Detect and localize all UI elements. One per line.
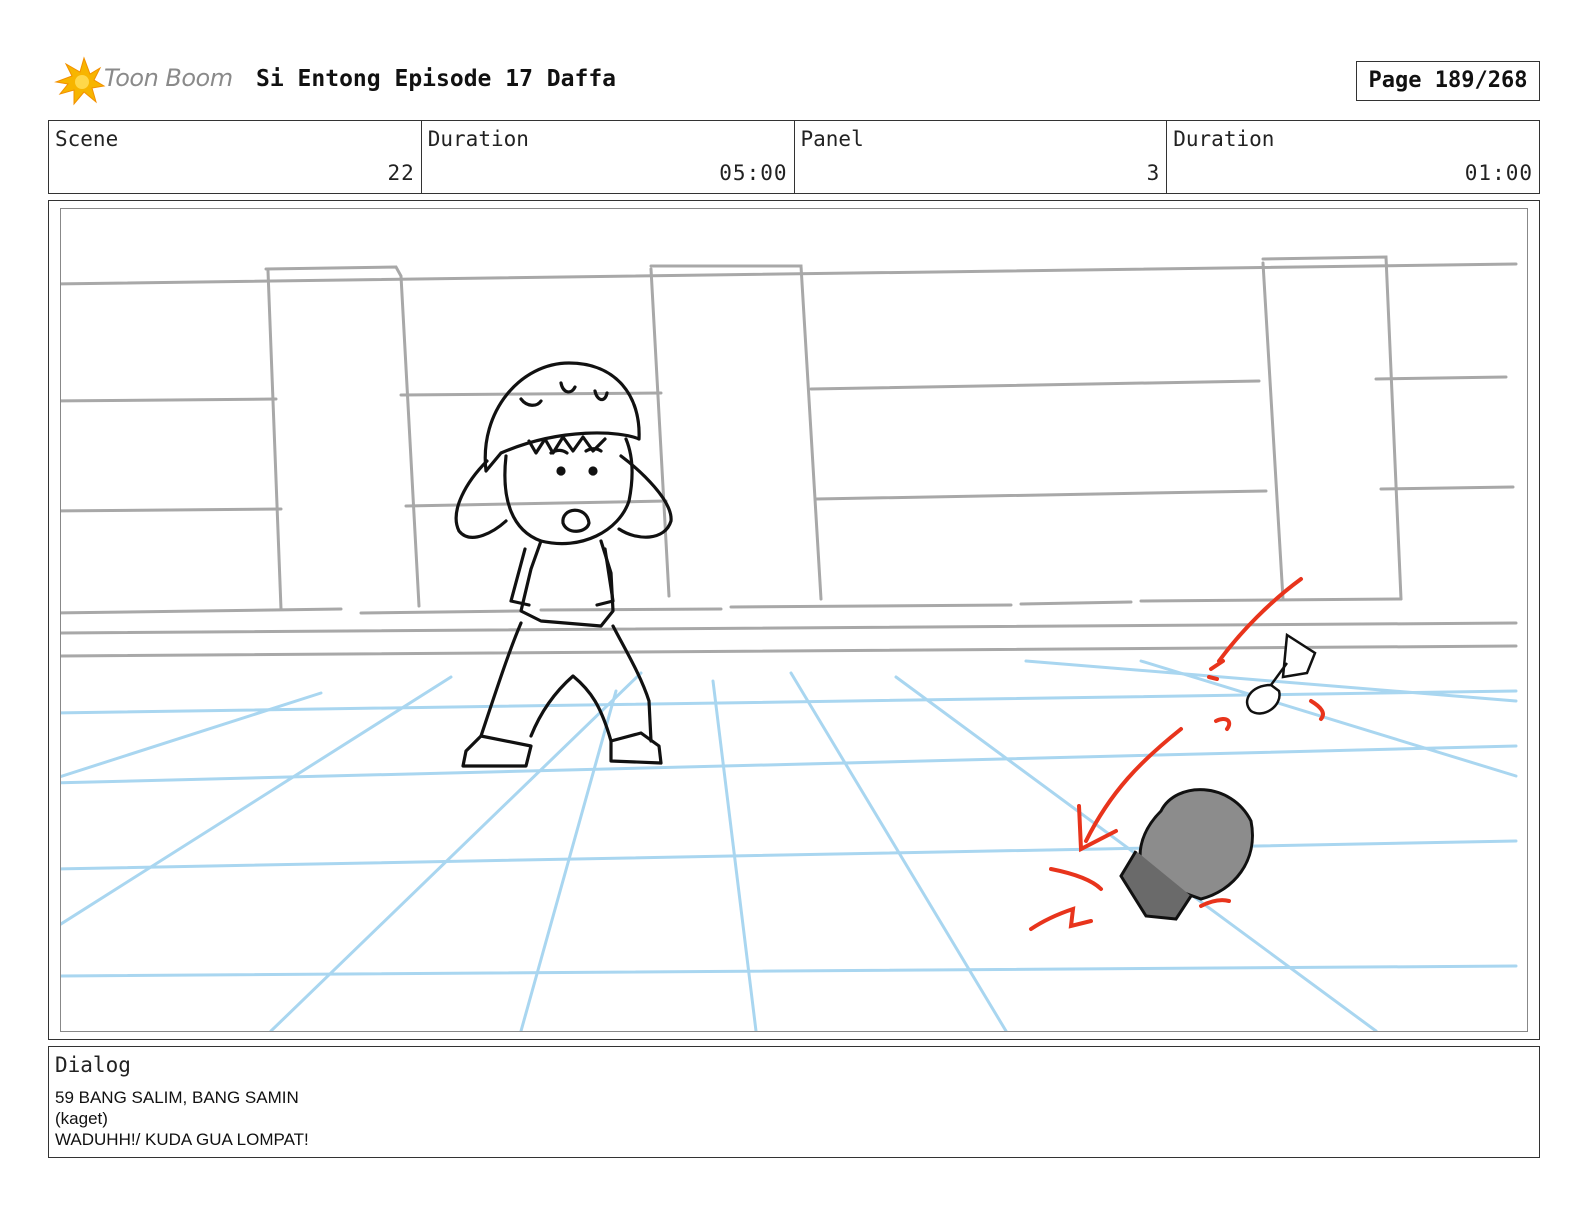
scene-duration-label: Duration [427, 127, 529, 151]
dialog-line: (kaget) [55, 1109, 108, 1128]
panel-value: 3 [1146, 161, 1161, 185]
document-title: Si Entong Episode 17 Daffa [256, 66, 617, 92]
dialog-text: 59 BANG SALIM, BANG SAMIN (kaget) WADUHH… [55, 1087, 309, 1150]
wall-sketch [61, 255, 1518, 658]
storyboard-sketch [61, 255, 1518, 1031]
logo-text: Toon Boom [104, 64, 233, 92]
panel-duration-value: 01:00 [1464, 161, 1533, 185]
scene-label: Scene [55, 127, 119, 151]
dialog-box: Dialog 59 BANG SALIM, BANG SAMIN (kaget)… [48, 1046, 1540, 1158]
floor-grid [61, 659, 1518, 1031]
scene-duration-cell: Duration 05:00 [422, 121, 795, 193]
panel-duration-label: Duration [1173, 127, 1275, 151]
panel-label: Panel [800, 127, 864, 151]
page-indicator: Page 189/268 [1356, 61, 1540, 101]
scene-value: 22 [387, 161, 415, 185]
scene-cell: Scene 22 [49, 121, 422, 193]
panel-info-row: Scene 22 Duration 05:00 Panel 3 Duration… [48, 120, 1540, 194]
dialog-line: 59 BANG SALIM, BANG SAMIN [55, 1088, 299, 1107]
panel-duration-cell: Duration 01:00 [1167, 121, 1539, 193]
dialog-line: WADUHH!/ KUDA GUA LOMPAT! [55, 1130, 309, 1149]
panel-cell: Panel 3 [795, 121, 1168, 193]
scene-duration-value: 05:00 [719, 161, 788, 185]
panel-image [60, 208, 1528, 1032]
dialog-label: Dialog [55, 1053, 131, 1077]
